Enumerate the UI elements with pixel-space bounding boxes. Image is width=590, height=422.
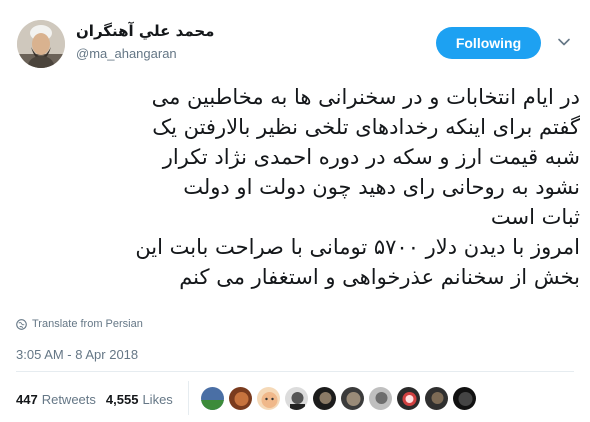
author-avatar[interactable] [17, 20, 65, 68]
tweet-stats: 447 Retweets 4,555 Likes [16, 390, 183, 408]
liker-avatar[interactable] [424, 386, 449, 411]
liker-avatar[interactable] [340, 386, 365, 411]
author-handle[interactable]: @ma_ahangaran [76, 46, 177, 61]
tweet-timestamp[interactable]: 3:05 AM - 8 Apr 2018 [16, 347, 138, 362]
tweet-line: شبه قیمت ارز و سکه در دوره احمدی نژاد تک… [162, 145, 580, 169]
liker-avatar[interactable] [368, 386, 393, 411]
likers-avatars [200, 386, 477, 412]
retweets-stat[interactable]: 447 Retweets [16, 392, 96, 407]
liker-avatar[interactable] [228, 386, 253, 411]
liker-avatar[interactable] [284, 386, 309, 411]
author-name[interactable]: محمد علي آهنگران [76, 22, 214, 40]
avatar-portrait [17, 20, 65, 68]
liker-avatar[interactable] [452, 386, 477, 411]
retweets-count: 447 [16, 391, 38, 407]
stats-separator [188, 381, 189, 415]
tweet-header: محمد علي آهنگران @ma_ahangaran Following [0, 0, 590, 72]
tweet-line: گفتم برای اینکه رخدادهای تلخی نظیر بالار… [152, 115, 580, 139]
divider [16, 371, 574, 372]
tweet-text: در ایام انتخابات و در سخنرانی ها به مخاط… [14, 82, 580, 292]
translate-label[interactable]: Translate from Persian [32, 318, 143, 330]
tweet-line: بخش از سخنانم عذرخواهی و استغفار می کنم [179, 265, 580, 289]
translate-link[interactable]: Translate from Persian [16, 316, 143, 332]
globe-icon [16, 318, 27, 330]
tweet-line: نشود به روحانی رای دهید چون دولت او دولت [183, 175, 580, 199]
liker-avatar[interactable] [256, 386, 281, 411]
tweet-line: در ایام انتخابات و در سخنرانی ها به مخاط… [151, 85, 580, 109]
liker-avatar[interactable] [396, 386, 421, 411]
likes-label: Likes [142, 391, 173, 407]
retweets-label: Retweets [41, 391, 96, 407]
liker-avatar[interactable] [200, 386, 225, 411]
tweet-line: ثبات است [490, 205, 580, 229]
liker-avatar[interactable] [312, 386, 337, 411]
tweet-line: امروز با دیدن دلار ۵۷۰۰ تومانی با صراحت … [135, 235, 580, 259]
chevron-down-icon[interactable] [556, 34, 572, 50]
likes-stat[interactable]: 4,555 Likes [106, 392, 173, 407]
following-button[interactable]: Following [436, 27, 541, 59]
likes-count: 4,555 [105, 391, 139, 407]
